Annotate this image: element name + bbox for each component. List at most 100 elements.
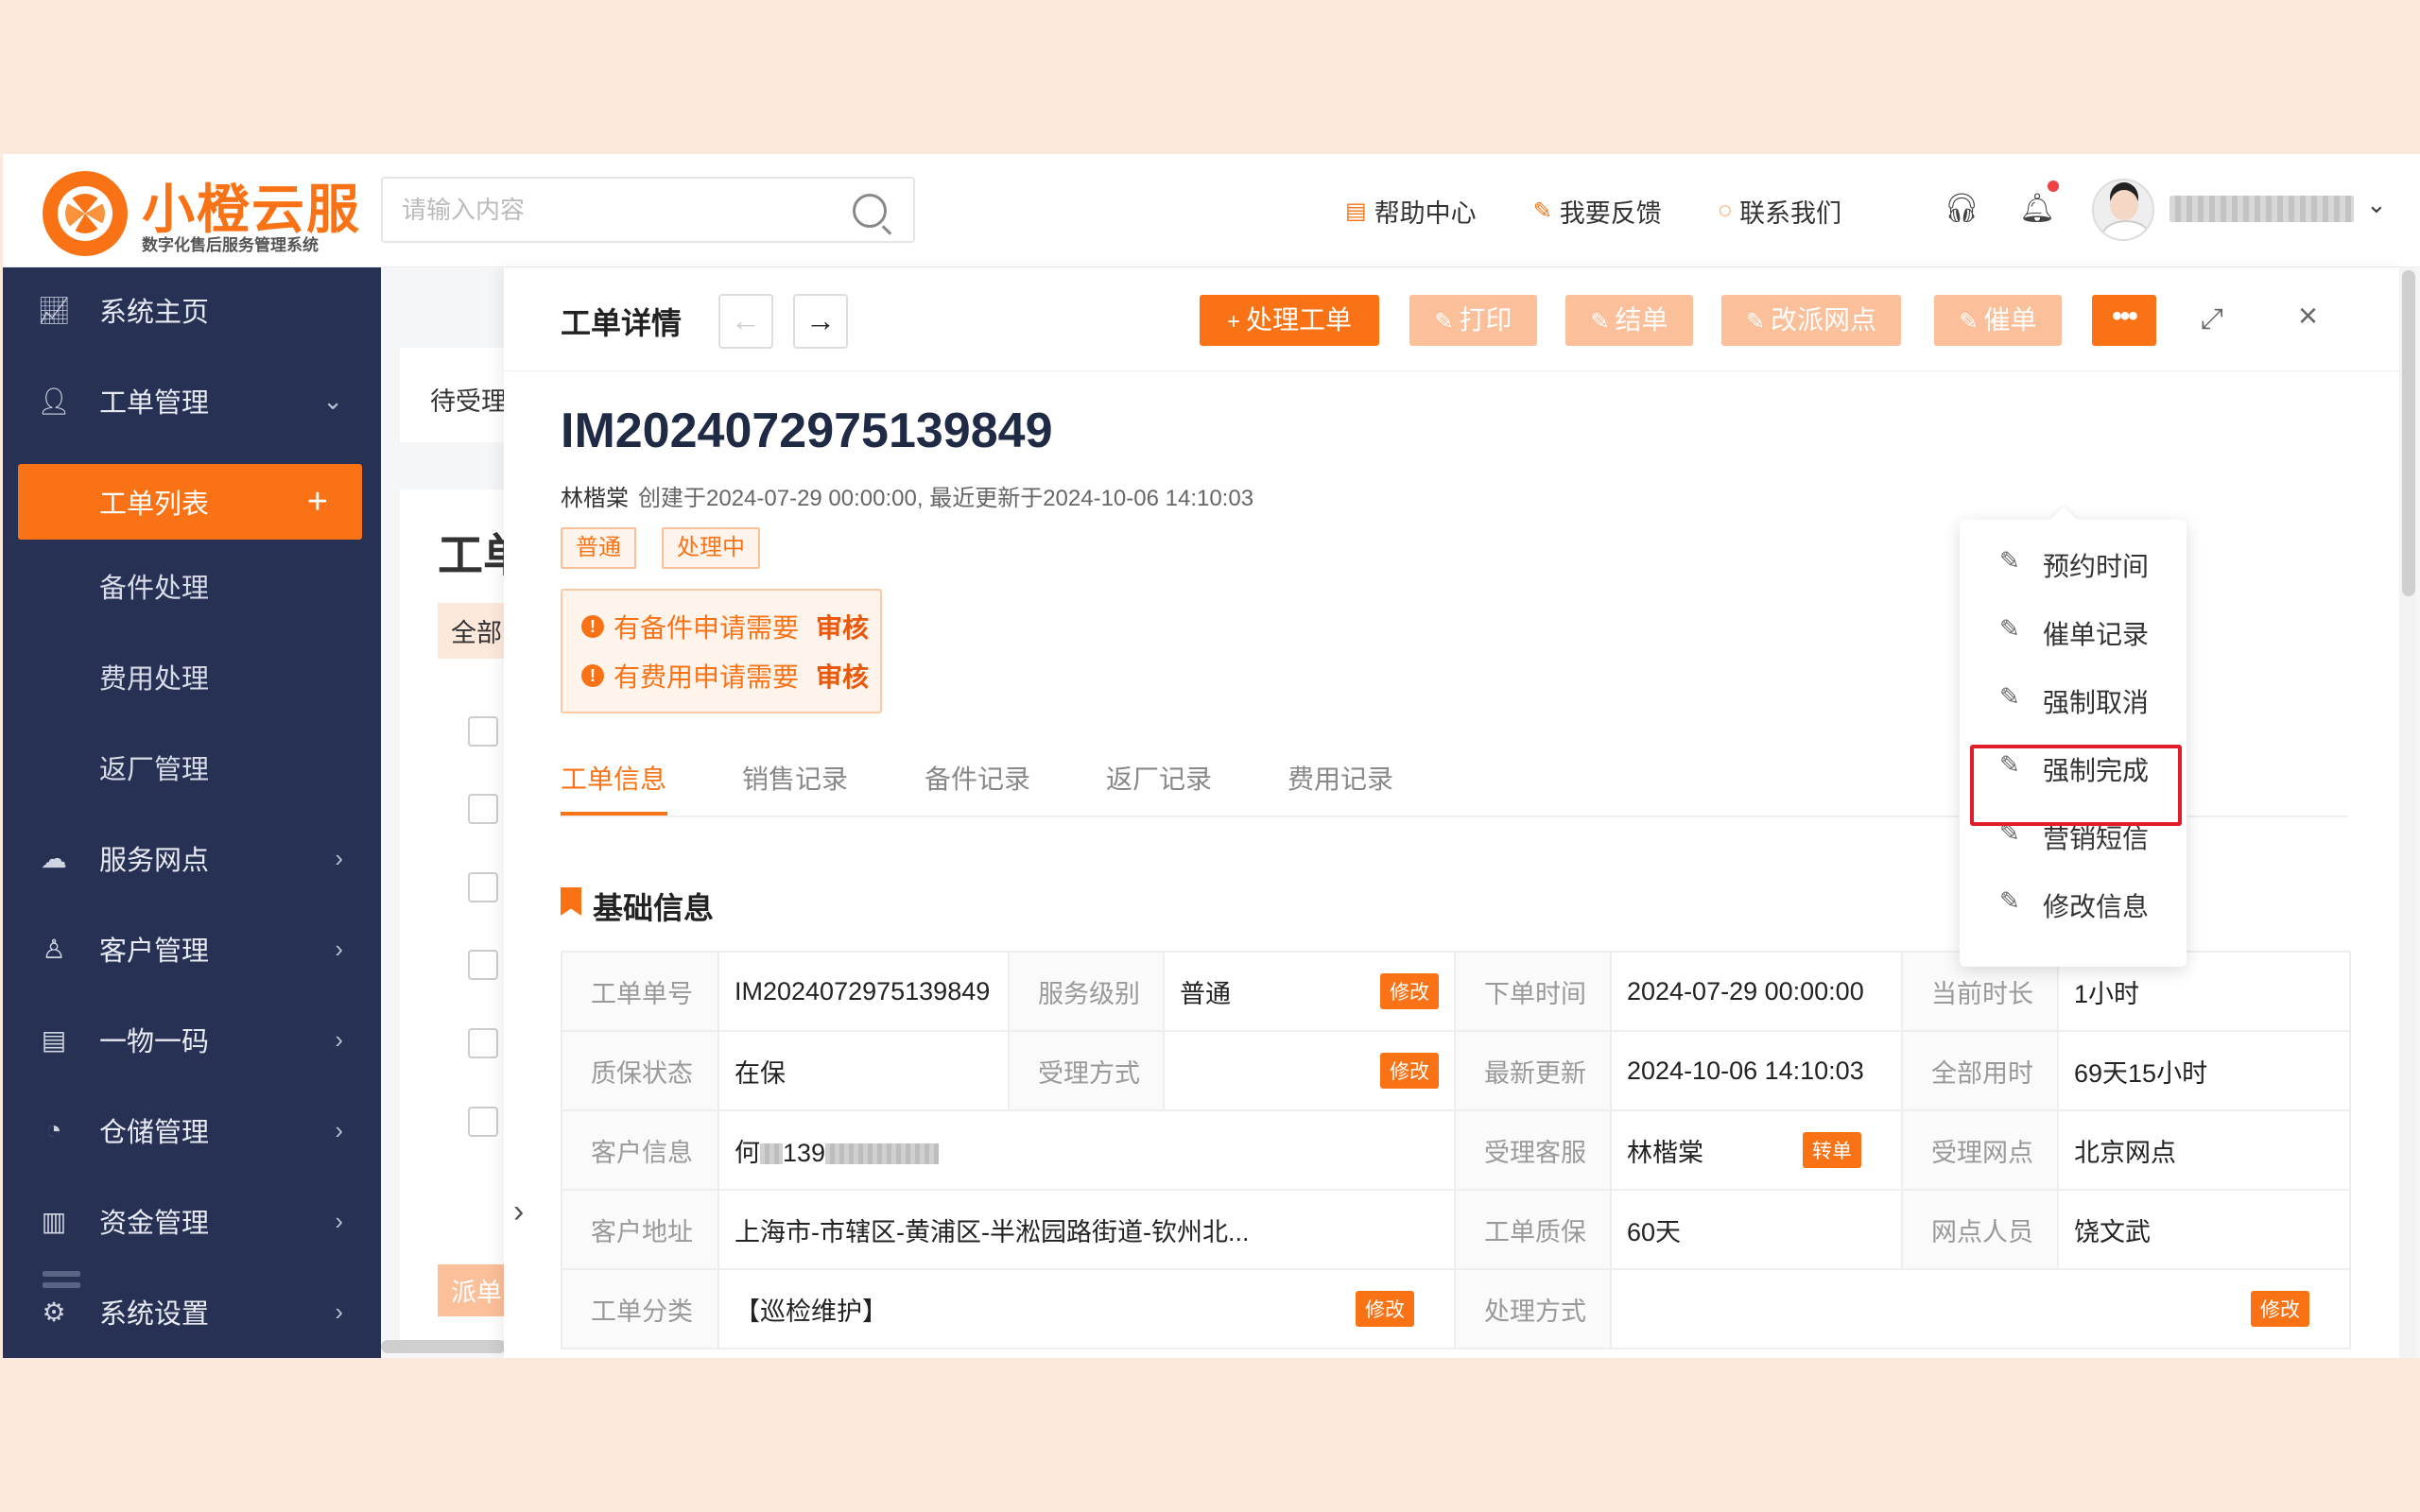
chevron-right-icon: ›: [335, 1115, 343, 1144]
next-order-button[interactable]: →: [793, 294, 848, 349]
vertical-scrollbar-thumb[interactable]: [2402, 270, 2415, 596]
sidebar-item-one-code[interactable]: ▤ 一物一码 ›: [3, 997, 381, 1082]
avatar[interactable]: [2092, 179, 2154, 241]
sidebar-item-label: 一物一码: [99, 1027, 210, 1057]
sidebar-item-workorder[interactable]: 👤︎ 工单管理 ⌄: [3, 358, 381, 443]
agent-label: 受理客服: [1454, 1109, 1612, 1191]
accept-method-cell: 修改: [1163, 1030, 1456, 1111]
bell-icon[interactable]: 🔔︎: [2019, 192, 2055, 225]
review-link[interactable]: 审核: [816, 608, 869, 645]
help-center-link[interactable]: ▤ 帮助中心: [1345, 193, 1477, 230]
fullscreen-icon[interactable]: ⤢: [2201, 303, 2223, 335]
plus-icon[interactable]: +: [307, 482, 328, 523]
edit-accept-method-button[interactable]: 修改: [1380, 1053, 1439, 1089]
more-actions-button[interactable]: •••: [2092, 295, 2156, 346]
chat-icon: ◌: [1718, 198, 1733, 223]
sidebar-item-label: 资金管理: [99, 1209, 210, 1239]
tab-fee-records[interactable]: 费用记录: [1288, 759, 1393, 797]
bg-checkbox[interactable]: [468, 872, 498, 902]
sidebar-item-finance[interactable]: ▥ 资金管理 ›: [3, 1178, 381, 1263]
edit-service-level-button[interactable]: 修改: [1380, 973, 1439, 1009]
chevron-right-icon: ›: [335, 1206, 343, 1235]
total-time-value: 69天15小时: [2057, 1030, 2351, 1111]
sidebar-item-return[interactable]: 返厂管理: [3, 725, 381, 810]
list-icon: ▤: [41, 1024, 67, 1055]
horizontal-scrollbar[interactable]: [381, 1340, 506, 1353]
order-no-label: 工单单号: [561, 951, 719, 1032]
chevron-right-icon: ›: [335, 934, 343, 963]
customer-value: 何 139: [717, 1109, 1456, 1191]
chevron-right-icon: ›: [335, 1297, 343, 1326]
sidebar-item-workorder-list[interactable]: 工单列表 +: [18, 464, 362, 540]
edit-handle-method-button[interactable]: 修改: [2251, 1291, 2309, 1327]
fee-review-alert: ! 有费用申请需要 审核: [581, 657, 869, 695]
review-link[interactable]: 审核: [816, 657, 869, 695]
search-icon[interactable]: [853, 194, 887, 228]
menu-item-urge-records[interactable]: ✎ 催单记录: [1960, 597, 2187, 665]
pen-icon: ✎: [1999, 886, 2020, 915]
help-center-label: 帮助中心: [1374, 198, 1477, 228]
brand-logo[interactable]: 小橙云服 数字化售后服务管理系统: [43, 167, 359, 257]
staff-value: 饶文武: [2057, 1189, 2351, 1270]
bg-checkbox[interactable]: [468, 716, 498, 747]
active-tab-underline: [561, 812, 667, 816]
feedback-link[interactable]: ✎ 我要反馈: [1533, 193, 1662, 230]
staff-label: 网点人员: [1901, 1189, 2059, 1270]
print-button[interactable]: ✎ 打印: [1409, 295, 1537, 346]
reassign-point-button[interactable]: ✎ 改派网点: [1721, 295, 1901, 346]
category-cell: 【巡检维护】 修改: [717, 1268, 1456, 1349]
handle-method-cell: 修改: [1610, 1268, 2351, 1349]
bg-checkbox[interactable]: [468, 950, 498, 980]
bg-tab-pending[interactable]: 待受理: [430, 381, 507, 418]
username-redacted[interactable]: [2169, 196, 2354, 222]
exclamation-icon: !: [581, 664, 604, 687]
sidebar-item-fees[interactable]: 费用处理: [3, 634, 381, 719]
global-search: [381, 177, 915, 243]
sidebar-item-parts[interactable]: 备件处理: [3, 543, 381, 628]
pen-icon: ✎: [1532, 198, 1552, 224]
tab-sales-records[interactable]: 销售记录: [742, 759, 848, 797]
contact-link[interactable]: ◌ 联系我们: [1719, 193, 1841, 230]
close-order-label: 结单: [1615, 305, 1668, 335]
alert-text: 有备件申请需要: [614, 613, 800, 643]
sidebar-item-customers[interactable]: ♙ 客户管理 ›: [3, 906, 381, 991]
urge-button[interactable]: ✎ 催单: [1934, 295, 2062, 346]
pen-icon: ✎: [1999, 682, 2020, 711]
section-title: 基础信息: [561, 885, 714, 928]
search-input[interactable]: [402, 179, 837, 241]
collapse-menu-icon[interactable]: [43, 1271, 80, 1309]
sidebar-item-label: 仓储管理: [99, 1118, 210, 1148]
prev-order-button[interactable]: ←: [718, 294, 773, 349]
close-order-button[interactable]: ✎ 结单: [1565, 295, 1693, 346]
transfer-button[interactable]: 转单: [1803, 1132, 1861, 1168]
headset-icon[interactable]: 🎧︎: [1944, 192, 1979, 225]
customer-phone: 139: [783, 1138, 826, 1167]
brand-subtitle: 数字化售后服务管理系统: [142, 236, 319, 254]
highlight-annotation: [1970, 745, 2182, 826]
tab-parts-records[interactable]: 备件记录: [925, 759, 1030, 797]
service-level-label: 服务级别: [1008, 951, 1165, 1032]
tab-return-records[interactable]: 返厂记录: [1106, 759, 1212, 797]
sidebar-item-service-points[interactable]: ☁︎ 服务网点 ›: [3, 816, 381, 901]
chevron-down-icon[interactable]: ⌄: [2366, 190, 2387, 219]
close-icon[interactable]: ×: [2298, 296, 2318, 335]
process-order-label: 处理工单: [1246, 305, 1353, 335]
edit-category-button[interactable]: 修改: [1356, 1291, 1414, 1327]
updated-label: 最新更新: [1454, 1030, 1612, 1111]
sidebar-item-warehouse[interactable]: ◔ 仓储管理 ›: [3, 1088, 381, 1173]
tab-order-info[interactable]: 工单信息: [561, 759, 666, 797]
status-tag: 处理中: [662, 527, 760, 569]
bg-checkbox[interactable]: [468, 1107, 498, 1137]
menu-item-edit-info[interactable]: ✎ 修改信息: [1960, 869, 2187, 937]
bg-checkbox[interactable]: [468, 1028, 498, 1058]
plus-icon: +: [1226, 309, 1240, 335]
sidebar-item-home[interactable]: 📈︎ 系统主页: [3, 267, 381, 352]
menu-item-force-cancel[interactable]: ✎ 强制取消: [1960, 665, 2187, 733]
menu-item-appointment[interactable]: ✎ 预约时间: [1960, 529, 2187, 597]
order-time-value: 2024-07-29 00:00:00: [1610, 951, 1903, 1032]
updated-value: 2024-10-06 14:10:03: [1610, 1030, 1903, 1111]
process-order-button[interactable]: + 处理工单: [1200, 295, 1379, 346]
chevron-right-icon[interactable]: ›: [513, 1194, 524, 1230]
basic-info-table: 工单单号 IM2024072975139849 服务级别 普通 修改 下单时间 2…: [561, 951, 2351, 1349]
bg-checkbox[interactable]: [468, 794, 498, 824]
